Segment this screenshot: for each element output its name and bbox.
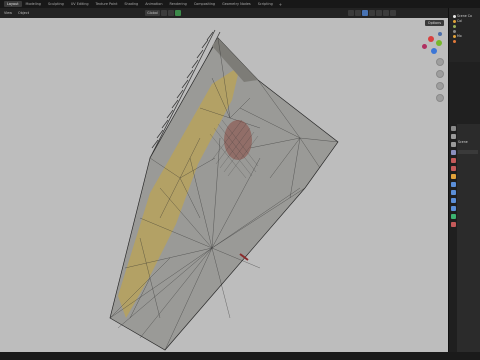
outliner-label: Mo [457, 34, 462, 38]
camera-icon[interactable] [436, 82, 444, 90]
object-tab-icon[interactable] [450, 174, 456, 179]
gizmo-z-axis[interactable] [431, 48, 437, 54]
shading-rendered-icon[interactable] [389, 10, 396, 16]
render-tab-icon[interactable] [450, 134, 456, 139]
outliner-row[interactable] [449, 39, 480, 44]
modifier-tab-icon[interactable] [450, 182, 456, 187]
shading-material-icon[interactable] [382, 10, 389, 16]
particles-tab-icon[interactable] [450, 190, 456, 195]
material-tab-icon[interactable] [450, 222, 456, 227]
data-tab-icon[interactable] [450, 214, 456, 219]
scene-camera-field[interactable] [458, 150, 478, 154]
camera-object-icon [453, 40, 456, 43]
outliner-label: Col [457, 19, 463, 23]
gizmo-y-axis[interactable] [436, 40, 442, 46]
gizmo-neg-axis-2[interactable] [438, 32, 442, 36]
pivot-icon[interactable] [160, 10, 167, 16]
object-menu[interactable]: Object [16, 10, 31, 16]
tool-tab-icon[interactable] [450, 126, 456, 131]
physics-tab-icon[interactable] [450, 198, 456, 203]
view-menu[interactable]: View [2, 10, 14, 16]
perspective-icon[interactable] [436, 94, 444, 102]
workspace-tab-bar: Layout Modeling Sculpting UV Editing Texture… [0, 0, 480, 8]
outliner[interactable]: Scene Co Col Mo [449, 8, 480, 62]
shading-solid-icon[interactable] [375, 10, 382, 16]
viewport-header: View Object Global [0, 8, 448, 18]
options-button[interactable]: Options [424, 20, 444, 26]
workspace-tab-texture-paint[interactable]: Texture Paint [93, 1, 121, 7]
collection-icon [453, 15, 456, 18]
properties-title: Scene [458, 140, 468, 144]
mesh-render [109, 29, 339, 351]
gizmo-toggle-icon[interactable] [354, 10, 361, 16]
item-icon [453, 30, 456, 33]
brick-patch [224, 120, 252, 160]
properties-tabs [449, 124, 457, 352]
snap-icon[interactable] [167, 10, 174, 16]
workspace-tab-layout[interactable]: Layout [4, 1, 22, 7]
workspace-tab-rendering[interactable]: Rendering [166, 1, 189, 7]
3d-viewport[interactable]: Options [0, 18, 448, 352]
workspace-tab-uv-editing[interactable]: UV Editing [68, 1, 92, 7]
workspace-tab-animation[interactable]: Animation [142, 1, 165, 7]
properties-editor[interactable]: Scene [449, 124, 480, 352]
gizmo-neg-axis[interactable] [422, 44, 427, 49]
gizmo-x-axis[interactable] [428, 36, 434, 42]
zoom-icon[interactable] [436, 58, 444, 66]
xray-icon[interactable] [368, 10, 375, 16]
workspace-tab-scripting[interactable]: Scripting [255, 1, 276, 7]
pan-icon[interactable] [436, 70, 444, 78]
add-workspace-button[interactable]: + [277, 2, 284, 7]
workspace-tab-modeling[interactable]: Modeling [23, 1, 44, 7]
workspace-tab-shading[interactable]: Shading [121, 1, 141, 7]
object-icon [453, 20, 456, 23]
right-panel: Scene Co Col Mo Scene [448, 8, 480, 352]
mesh-icon [453, 25, 456, 28]
constraints-tab-icon[interactable] [450, 206, 456, 211]
object-icon [453, 35, 456, 38]
visibility-icon[interactable] [347, 10, 354, 16]
workspace-tab-compositing[interactable]: Compositing [191, 1, 218, 7]
overlay-toggle-icon[interactable] [361, 10, 368, 16]
output-tab-icon[interactable] [450, 142, 456, 147]
workspace-tab-geometry-nodes[interactable]: Geometry Nodes [219, 1, 254, 7]
workspace-tab-sculpting[interactable]: Sculpting [45, 1, 67, 7]
status-bar [0, 352, 480, 360]
proportional-edit-icon[interactable] [174, 10, 181, 16]
scene-tab-icon[interactable] [450, 158, 456, 163]
world-tab-icon[interactable] [450, 166, 456, 171]
orientation-dropdown[interactable]: Global [145, 10, 160, 16]
view-layer-tab-icon[interactable] [450, 150, 456, 155]
